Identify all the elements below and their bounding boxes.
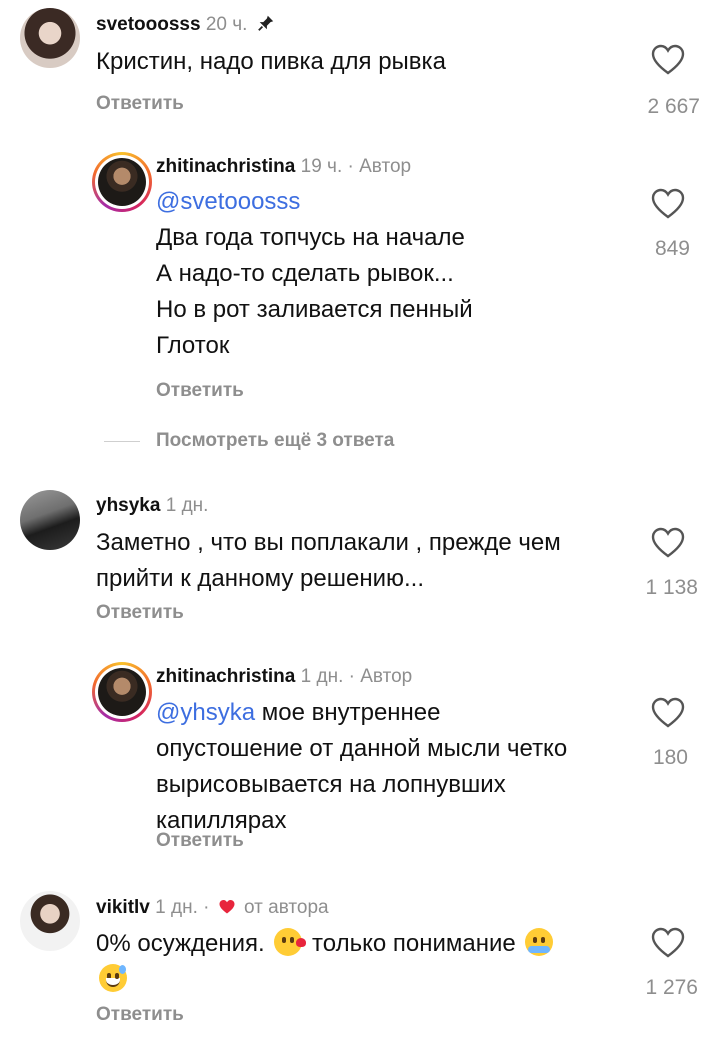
username[interactable]: svetooosss — [96, 14, 201, 35]
comment-line: Заметно , что вы поплакали , прежде чем — [96, 529, 561, 556]
reply-button[interactable]: Ответить — [156, 830, 244, 852]
comment-text: 0% осуждения. только понимание — [96, 926, 616, 998]
comment-header: svetooosss 20 ч. — [96, 14, 275, 36]
heart-outline-icon[interactable] — [651, 44, 685, 76]
comment-text: Заметно , что вы поплакали , прежде чем … — [96, 525, 561, 597]
liked-by-author: от автора — [244, 897, 329, 918]
author-badge: · Автор — [347, 156, 412, 177]
avatar[interactable] — [20, 891, 80, 951]
avatar[interactable] — [20, 490, 80, 550]
kissing-face-icon — [274, 928, 307, 956]
timestamp: 1 дн. — [165, 495, 209, 516]
comment-line: мое внутреннее — [255, 699, 441, 726]
username[interactable]: vikitlv — [96, 897, 150, 918]
heart-outline-icon[interactable] — [651, 697, 685, 729]
like-count: 1 276 — [645, 976, 698, 999]
reply-button[interactable]: Ответить — [96, 1004, 184, 1026]
comment-text: Кристин, надо пивка для рывка — [96, 48, 446, 75]
like-count: 849 — [654, 237, 690, 260]
username[interactable]: zhitinachristina — [156, 156, 295, 177]
view-more-replies-button[interactable]: Посмотреть ещё 3 ответа — [156, 430, 394, 452]
comment-segment: 0% осуждения. — [96, 930, 265, 957]
comment-line: прийти к данному решению... — [96, 565, 424, 592]
comment-line: Но в рот заливается пенный — [156, 296, 473, 323]
like-count: 1 138 — [645, 576, 698, 599]
comment-text: @yhsyka мое внутреннее опустошение от да… — [156, 695, 567, 839]
like-count: 180 — [652, 746, 688, 769]
comment-header: zhitinachristina 1 дн. · Автор — [156, 666, 412, 688]
reply-button[interactable]: Ответить — [96, 602, 184, 624]
comment-text: @svetooosss Два года топчусь на начале А… — [156, 184, 473, 364]
comment-line: А надо-то сделать рывок... — [156, 260, 454, 287]
author-badge: · Автор — [348, 666, 413, 687]
comment-header: yhsyka 1 дн. — [96, 495, 208, 517]
mention-link[interactable]: @svetooosss — [156, 188, 300, 215]
avatar[interactable] — [92, 662, 152, 722]
timestamp: 20 ч. — [205, 14, 248, 35]
avatar[interactable] — [20, 8, 80, 68]
pin-icon — [257, 15, 273, 31]
comment-line: Глоток — [156, 332, 230, 359]
grinning-sweat-icon — [99, 964, 127, 992]
username[interactable]: zhitinachristina — [156, 666, 295, 687]
username[interactable]: yhsyka — [96, 495, 160, 516]
heart-outline-icon[interactable] — [651, 927, 685, 959]
timestamp: 19 ч. — [300, 156, 343, 177]
red-heart-icon — [219, 900, 235, 914]
comment-line: опустошение от данной мысли четко — [156, 735, 568, 762]
reply-button[interactable]: Ответить — [156, 380, 244, 402]
comment-line: вырисовывается на лопнувших — [156, 771, 506, 798]
heart-outline-icon[interactable] — [651, 188, 685, 220]
timestamp: 1 дн. — [300, 666, 344, 687]
divider — [104, 441, 140, 442]
timestamp: 1 дн. · — [155, 897, 210, 918]
comment-header: zhitinachristina 19 ч. · Автор — [156, 156, 411, 178]
like-count: 2 667 — [647, 95, 700, 118]
heart-outline-icon[interactable] — [651, 527, 685, 559]
reply-button[interactable]: Ответить — [96, 93, 184, 115]
crying-face-icon — [525, 928, 554, 956]
mention-link[interactable]: @yhsyka — [156, 699, 255, 726]
comment-line: Два года топчусь на начале — [156, 224, 465, 251]
comment-segment: только понимание — [312, 930, 516, 957]
comment-header: vikitlv 1 дн. · от автора — [96, 897, 329, 919]
avatar[interactable] — [92, 152, 152, 212]
